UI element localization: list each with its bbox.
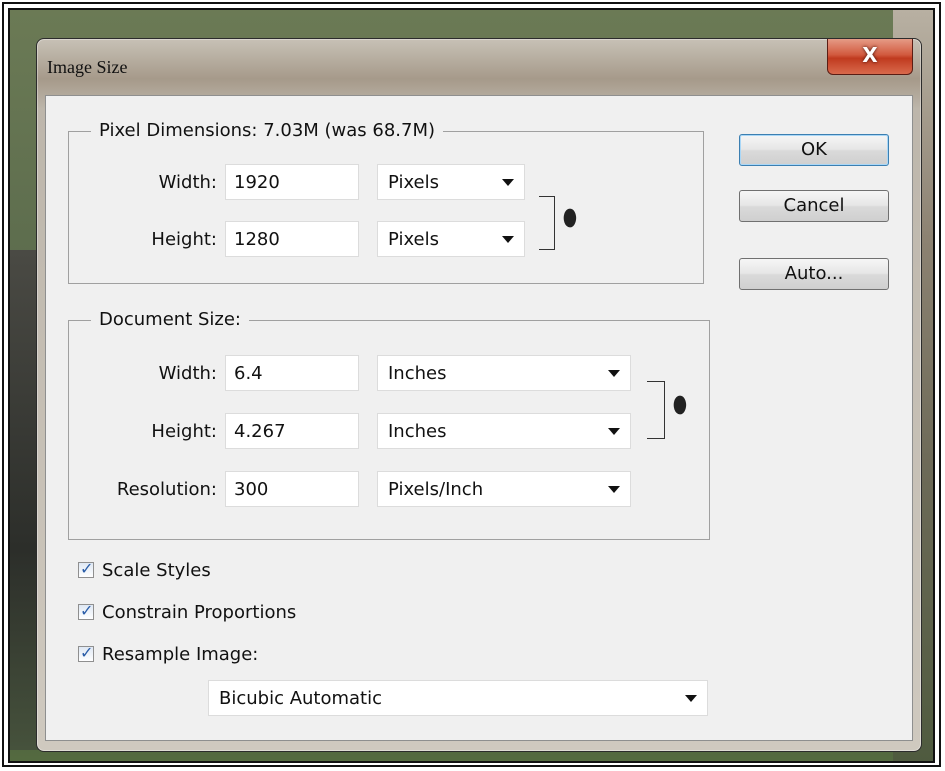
dialog-title: Image Size xyxy=(47,57,128,77)
scale-styles-checkbox[interactable]: ✓ xyxy=(78,559,94,578)
document-size-legend: Document Size: xyxy=(91,309,249,330)
chevron-down-icon xyxy=(608,486,620,493)
scale-styles-label: Scale Styles xyxy=(102,560,211,581)
checkmark-icon: ✓ xyxy=(80,643,94,662)
checkmark-icon: ✓ xyxy=(80,601,94,620)
checkmark-icon: ✓ xyxy=(80,559,94,578)
resample-image-checkbox[interactable]: ✓ xyxy=(78,643,94,662)
dialog-client-area: Pixel Dimensions: 7.03M (was 68.7M) Widt… xyxy=(45,95,913,741)
chevron-down-icon xyxy=(502,236,514,243)
constrain-proportions-label: Constrain Proportions xyxy=(102,602,297,623)
pixel-width-unit-select[interactable]: Pixels xyxy=(377,164,525,200)
doc-width-input[interactable] xyxy=(225,355,359,391)
chevron-down-icon xyxy=(502,179,514,186)
doc-height-label: Height: xyxy=(151,421,217,442)
document-constrain-bracket xyxy=(647,381,665,439)
constrain-proportions-checkbox[interactable]: ✓ xyxy=(78,601,94,620)
doc-width-unit-value: Inches xyxy=(388,363,447,384)
doc-height-input[interactable] xyxy=(225,413,359,449)
doc-width-label: Width: xyxy=(158,363,217,384)
doc-height-unit-select[interactable]: Inches xyxy=(377,413,631,449)
image-size-dialog: Image Size X Pixel Dimensions: 7.03M (wa… xyxy=(36,38,922,752)
pixel-height-unit-select[interactable]: Pixels xyxy=(377,221,525,257)
close-icon: X xyxy=(862,43,878,67)
close-button[interactable]: X xyxy=(827,39,913,75)
resample-method-value: Bicubic Automatic xyxy=(219,688,383,709)
resolution-unit-select[interactable]: Pixels/Inch xyxy=(377,471,631,507)
document-size-group: Document Size: Width: Inches Height: Inc… xyxy=(68,309,710,540)
resample-image-label: Resample Image: xyxy=(102,644,259,665)
pixel-dimensions-legend: Pixel Dimensions: 7.03M (was 68.7M) xyxy=(91,120,444,141)
chevron-down-icon xyxy=(685,695,697,702)
pixel-height-label: Height: xyxy=(151,229,217,250)
pixel-height-unit-value: Pixels xyxy=(388,229,440,250)
desktop-background: Image Size X Pixel Dimensions: 7.03M (wa… xyxy=(8,8,935,763)
doc-width-unit-select[interactable]: Inches xyxy=(377,355,631,391)
chevron-down-icon xyxy=(608,428,620,435)
resolution-unit-value: Pixels/Inch xyxy=(388,479,484,500)
pixel-dimensions-group: Pixel Dimensions: 7.03M (was 68.7M) Widt… xyxy=(68,120,704,284)
pixel-width-unit-value: Pixels xyxy=(388,172,440,193)
pixel-height-input[interactable] xyxy=(225,221,359,257)
resolution-input[interactable] xyxy=(225,471,359,507)
auto-button[interactable]: Auto... xyxy=(739,258,889,290)
doc-height-unit-value: Inches xyxy=(388,421,447,442)
chevron-down-icon xyxy=(608,370,620,377)
cancel-button[interactable]: Cancel xyxy=(739,190,889,222)
ok-button[interactable]: OK xyxy=(739,134,889,166)
resolution-label: Resolution: xyxy=(116,479,217,500)
pixel-width-label: Width: xyxy=(158,172,217,193)
pixel-constrain-bracket xyxy=(539,196,555,250)
resample-method-select[interactable]: Bicubic Automatic xyxy=(208,680,708,716)
chain-link-icon: ⬮ xyxy=(673,393,687,418)
pixel-width-input[interactable] xyxy=(225,164,359,200)
chain-link-icon: ⬮ xyxy=(563,206,577,231)
